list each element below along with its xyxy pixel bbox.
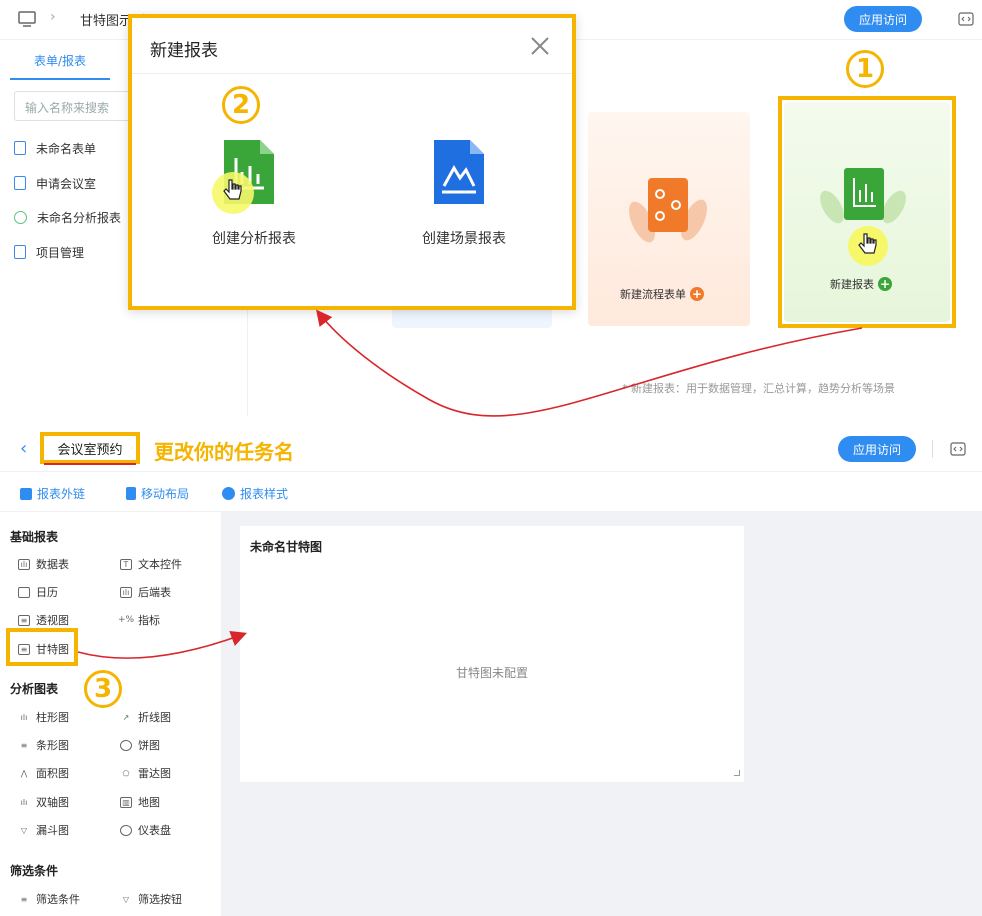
component-filter-condition[interactable]: ≡ 筛选条件: [18, 889, 80, 909]
tab-forms-reports[interactable]: 表单/报表: [10, 42, 110, 80]
app-header: ‹ 会议室预约 更改你的任务名 应用访问: [0, 428, 982, 472]
calendar-icon: [18, 586, 30, 598]
sidebar-item[interactable]: 未命名分析报表: [14, 206, 121, 228]
report-style-button[interactable]: 报表样式: [222, 485, 288, 502]
gauge-icon: [120, 824, 132, 836]
dual-axis-chart-icon: ılı: [20, 797, 28, 807]
indicator-icon: +%: [117, 615, 135, 625]
line-chart-icon: ↗: [122, 712, 130, 722]
report-hint-text: * 新建报表：用于数据管理，汇总计算，趋势分析等场景: [622, 382, 895, 395]
step3-badge: 3: [84, 670, 122, 708]
component-column-chart[interactable]: ılı 柱形图: [18, 707, 69, 727]
radar-chart-icon: ⬠: [122, 768, 130, 778]
modal-header: 新建报表: [132, 18, 572, 74]
gantt-empty-text: 甘特图未配置: [455, 666, 528, 680]
column-chart-icon: ılı: [20, 712, 28, 722]
form-icon: [14, 141, 26, 155]
search-input[interactable]: 输入名称来搜索: [14, 91, 134, 121]
app-name-field[interactable]: 会议室预约: [40, 432, 140, 464]
component-dual-axis-chart[interactable]: ılı 双轴图: [18, 792, 69, 812]
component-backend-table[interactable]: ılı 后端表: [120, 582, 171, 602]
component-panel: 基础报表 ılı 数据表 T 文本控件 日历 ılı 后端表 ≡ 透视图 +% 指标 ≡ 甘…: [0, 512, 222, 916]
create-scene-report-option[interactable]: 创建场景报表: [394, 128, 526, 258]
section-filter-conditions: 筛选条件: [10, 864, 59, 878]
funnel-icon: ▽: [20, 825, 28, 835]
component-text-control[interactable]: T 文本控件: [120, 554, 182, 574]
component-indicator[interactable]: +% 指标: [117, 610, 160, 630]
component-area-chart[interactable]: ⋀ 面积图: [18, 763, 69, 783]
report-icon: [14, 210, 27, 224]
analysis-report-label: 创建分析报表: [212, 231, 296, 247]
form-icon: [14, 245, 26, 259]
pie-chart-icon: [120, 739, 132, 751]
component-filter-button[interactable]: ▽ 筛选按钮: [120, 889, 182, 909]
component-data-table[interactable]: ılı 数据表: [18, 554, 69, 574]
rename-tip-text: 更改你的任务名: [154, 440, 294, 464]
new-report-modal: 新建报表 2 创建分析报表 创建场景报表: [128, 14, 576, 310]
code-icon[interactable]: [950, 442, 966, 456]
resize-handle[interactable]: [734, 770, 740, 776]
code-icon[interactable]: [958, 12, 974, 26]
step1-highlight-box: [778, 96, 956, 328]
report-external-link-button[interactable]: 报表外链: [20, 485, 85, 502]
component-calendar[interactable]: 日历: [18, 582, 58, 602]
mobile-icon: [126, 487, 136, 500]
modal-title: 新建报表: [150, 41, 218, 61]
pivot-icon: ≡: [18, 614, 30, 626]
sidebar-item[interactable]: 未命名表单: [14, 137, 96, 159]
component-funnel-chart[interactable]: ▽ 漏斗图: [18, 820, 69, 840]
table-icon: ılı: [18, 558, 30, 570]
filter-list-icon: ≡: [20, 894, 28, 904]
access-app-button[interactable]: 应用访问: [838, 436, 916, 462]
sidebar-item[interactable]: 申请会议室: [14, 172, 96, 194]
monitor-icon[interactable]: [18, 11, 36, 27]
step2-badge: 2: [222, 86, 260, 124]
plus-icon: +: [690, 287, 704, 301]
section-analysis-charts: 分析图表: [10, 682, 59, 696]
component-pie-chart[interactable]: 饼图: [120, 735, 160, 755]
scene-report-label: 创建场景报表: [422, 231, 506, 247]
component-bar-chart[interactable]: ≡ 条形图: [18, 735, 69, 755]
gantt-title: 未命名甘特图: [250, 540, 323, 554]
app-name-underline: [44, 463, 136, 465]
mobile-layout-button[interactable]: 移动布局: [126, 485, 189, 502]
map-icon: ▥: [120, 796, 132, 808]
text-icon: T: [120, 558, 132, 570]
close-icon[interactable]: [530, 36, 550, 56]
gantt-chart-widget[interactable]: 未命名甘特图 甘特图未配置: [240, 526, 744, 782]
bar-chart-icon: ≡: [20, 740, 28, 750]
form-icon: [14, 176, 26, 190]
step1-badge: 1: [846, 50, 884, 88]
palette-icon: [222, 487, 235, 500]
flow-illustration-icon: [629, 178, 707, 243]
header-divider: [932, 440, 933, 458]
chevron-right-icon: ›: [50, 9, 56, 25]
new-flow-form-card[interactable]: 新建流程表单 +: [588, 112, 750, 326]
filter-icon: ▽: [122, 894, 130, 904]
section-basic-reports: 基础报表: [10, 530, 59, 544]
flow-card-label-row: 新建流程表单 +: [620, 287, 704, 301]
component-line-chart[interactable]: ↗ 折线图: [120, 707, 171, 727]
component-gauge[interactable]: 仪表盘: [120, 820, 171, 840]
backend-table-icon: ılı: [120, 586, 132, 598]
component-pivot[interactable]: ≡ 透视图: [18, 610, 69, 630]
report-toolbar: 报表外链 移动布局 报表样式: [0, 472, 982, 512]
hand-cursor-icon: [223, 179, 242, 200]
back-arrow-icon[interactable]: ‹: [20, 438, 27, 459]
area-chart-icon: ⋀: [20, 768, 28, 778]
sidebar-item[interactable]: 项目管理: [14, 241, 84, 263]
component-radar-chart[interactable]: ⬠ 雷达图: [120, 763, 171, 783]
edit-icon: [20, 487, 32, 500]
access-app-button[interactable]: 应用访问: [844, 6, 922, 32]
scene-report-icon: [434, 140, 484, 204]
component-map[interactable]: ▥ 地图: [120, 792, 160, 812]
step3-highlight-box: [6, 628, 78, 666]
create-analysis-report-option[interactable]: 创建分析报表: [184, 128, 316, 258]
